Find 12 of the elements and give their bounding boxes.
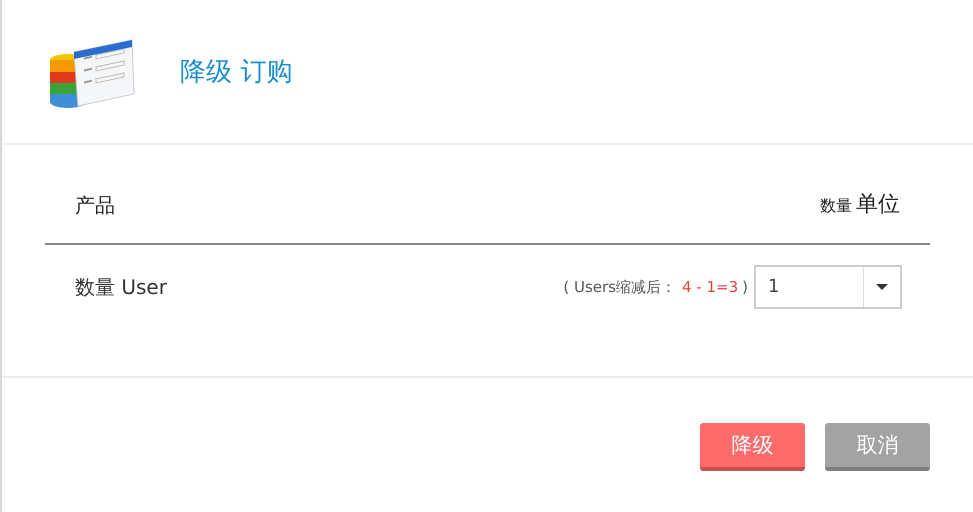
column-header: 单位 bbox=[856, 192, 900, 217]
dialog-title: 降级 订购 bbox=[180, 56, 292, 89]
note-text: ( Users缩减后： bbox=[563, 278, 676, 296]
quantity-dropdown[interactable]: 1 bbox=[754, 265, 902, 309]
cancel-button[interactable]: 取消 bbox=[825, 423, 930, 471]
downgrade-button[interactable]: 降级 bbox=[700, 423, 805, 471]
note-text: ) bbox=[742, 278, 748, 296]
formula-text: 4 - 1=3 bbox=[682, 278, 738, 296]
column-header-prefix: 数量 bbox=[820, 196, 852, 215]
caret-icon bbox=[876, 284, 888, 290]
column-header: 产品 bbox=[75, 193, 115, 217]
product-name: 数量 User bbox=[75, 274, 167, 300]
